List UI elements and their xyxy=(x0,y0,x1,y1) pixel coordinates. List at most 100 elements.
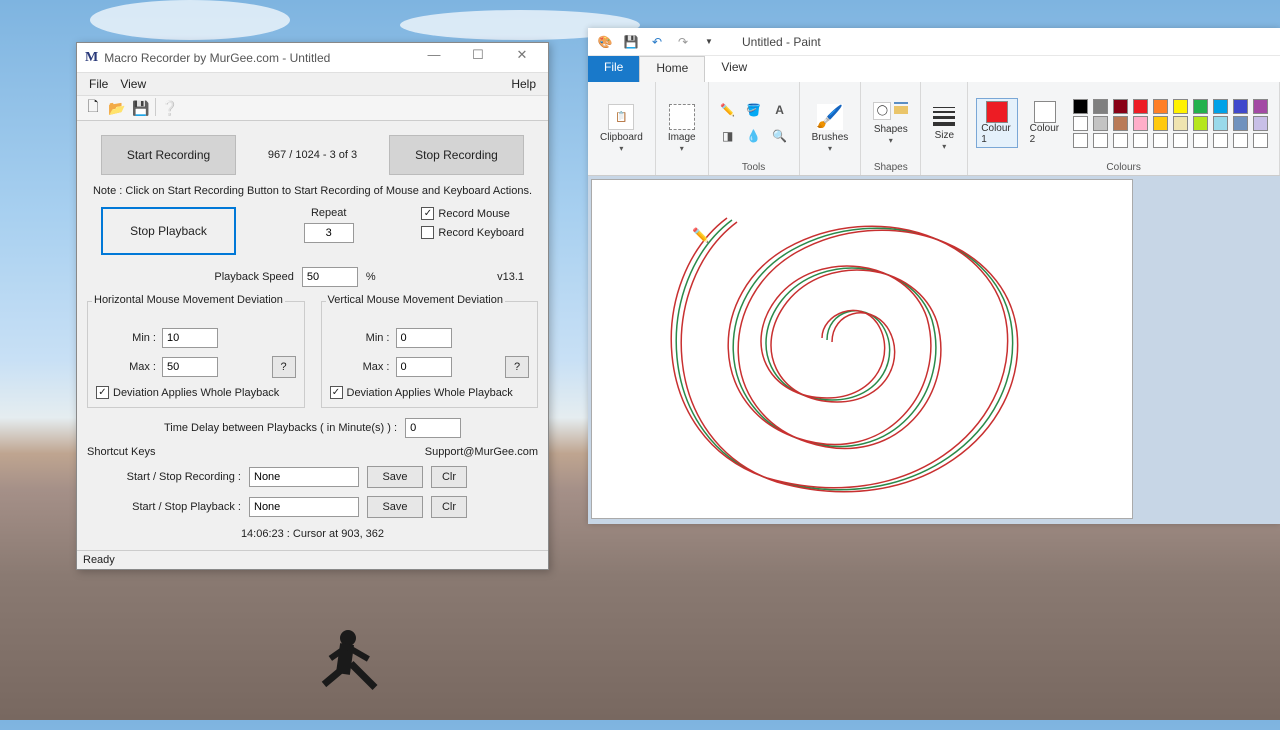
tab-file[interactable]: File xyxy=(588,56,639,82)
record-mouse-checkbox[interactable]: ✓Record Mouse xyxy=(421,207,524,220)
palette-swatch[interactable] xyxy=(1173,99,1188,114)
playback-speed-label: Playback Speed xyxy=(214,271,294,283)
tab-view[interactable]: View xyxy=(705,56,763,82)
image-select-button[interactable]: Image▾ xyxy=(664,102,700,155)
brushes-button[interactable]: 🖌️Brushes▾ xyxy=(808,102,853,155)
paint-canvas[interactable]: ✏️ xyxy=(592,180,1132,518)
tab-home[interactable]: Home xyxy=(639,56,705,82)
qat-undo-icon[interactable]: ↶ xyxy=(648,33,666,51)
hdev-max-input[interactable] xyxy=(162,357,218,377)
sk-recording-save-button[interactable]: Save xyxy=(367,466,423,488)
palette-swatch[interactable] xyxy=(1113,133,1128,148)
palette-swatch[interactable] xyxy=(1133,99,1148,114)
save-icon[interactable]: 💾 xyxy=(131,98,151,118)
palette-swatch[interactable] xyxy=(1233,99,1248,114)
palette-swatch[interactable] xyxy=(1193,133,1208,148)
shapes-button[interactable]: ◯ Shapes▾ xyxy=(869,100,912,147)
palette-swatch[interactable] xyxy=(1113,116,1128,131)
picker-tool[interactable]: 💧 xyxy=(743,125,765,147)
colour2-button[interactable]: Colour 2 xyxy=(1026,99,1065,147)
vdev-max-input[interactable] xyxy=(396,357,452,377)
palette-row-3 xyxy=(1073,133,1271,148)
palette-swatch[interactable] xyxy=(1173,133,1188,148)
palette-row-2 xyxy=(1073,116,1271,131)
qat-redo-icon[interactable]: ↷ xyxy=(674,33,692,51)
eraser-tool[interactable]: ◨ xyxy=(717,125,739,147)
stop-recording-button[interactable]: Stop Recording xyxy=(389,135,524,175)
open-icon[interactable]: 📂 xyxy=(107,98,127,118)
palette-swatch[interactable] xyxy=(1193,99,1208,114)
palette-swatch[interactable] xyxy=(1253,99,1268,114)
palette-swatch[interactable] xyxy=(1073,133,1088,148)
vdev-whole-checkbox[interactable]: ✓Deviation Applies Whole Playback xyxy=(330,386,530,399)
palette-row-1 xyxy=(1073,99,1271,114)
hdev-min-input[interactable] xyxy=(162,328,218,348)
sk-playback-input[interactable] xyxy=(249,497,359,517)
palette-swatch[interactable] xyxy=(1213,133,1228,148)
paint-window: 🎨 💾 ↶ ↷ ▼ Untitled - Paint File Home Vie… xyxy=(588,28,1280,524)
maximize-button[interactable]: ☐ xyxy=(456,47,500,69)
vdev-help-button[interactable]: ? xyxy=(505,356,529,378)
colour1-button[interactable]: Colour 1 xyxy=(976,98,1017,148)
palette-swatch[interactable] xyxy=(1153,99,1168,114)
qat-customize-icon[interactable]: ▼ xyxy=(700,33,718,51)
record-keyboard-checkbox[interactable]: Record Keyboard xyxy=(421,226,524,239)
quick-access-toolbar: 🎨 💾 ↶ ↷ ▼ xyxy=(596,33,718,51)
start-recording-button[interactable]: Start Recording xyxy=(101,135,236,175)
palette-swatch[interactable] xyxy=(1153,116,1168,131)
cursor-status: 14:06:23 : Cursor at 903, 362 xyxy=(87,528,538,540)
paint-titlebar[interactable]: 🎨 💾 ↶ ↷ ▼ Untitled - Paint xyxy=(588,28,1280,56)
canvas-area: ✏️ xyxy=(588,176,1280,524)
palette-swatch[interactable] xyxy=(1253,133,1268,148)
palette-swatch[interactable] xyxy=(1073,116,1088,131)
new-icon[interactable]: 🗋 xyxy=(83,98,103,118)
brush-icon: 🖌️ xyxy=(817,104,843,130)
fill-tool[interactable]: 🪣 xyxy=(743,99,765,121)
menu-file[interactable]: File xyxy=(83,75,114,93)
menu-view[interactable]: View xyxy=(114,75,152,93)
time-delay-input[interactable] xyxy=(405,418,461,438)
sk-playback-clr-button[interactable]: Clr xyxy=(431,496,467,518)
magnifier-tool[interactable]: 🔍 xyxy=(769,125,791,147)
palette-swatch[interactable] xyxy=(1093,116,1108,131)
palette-swatch[interactable] xyxy=(1213,99,1228,114)
sk-playback-save-button[interactable]: Save xyxy=(367,496,423,518)
palette-swatch[interactable] xyxy=(1153,133,1168,148)
sk-recording-input[interactable] xyxy=(249,467,359,487)
palette-swatch[interactable] xyxy=(1253,116,1268,131)
qat-save-icon[interactable]: 💾 xyxy=(622,33,640,51)
vdev-min-input[interactable] xyxy=(396,328,452,348)
titlebar[interactable]: M Macro Recorder by MurGee.com - Untitle… xyxy=(77,43,548,73)
colours-group-label: Colours xyxy=(1106,160,1140,173)
palette-swatch[interactable] xyxy=(1233,116,1248,131)
size-button[interactable]: Size▾ xyxy=(929,105,959,153)
hdev-whole-checkbox[interactable]: ✓Deviation Applies Whole Playback xyxy=(96,386,296,399)
sk-recording-clr-button[interactable]: Clr xyxy=(431,466,467,488)
clipboard-button[interactable]: 📋Clipboard▾ xyxy=(596,102,647,155)
close-button[interactable]: ✕ xyxy=(500,47,544,69)
palette-swatch[interactable] xyxy=(1193,116,1208,131)
stop-playback-button[interactable]: Stop Playback xyxy=(101,207,236,255)
palette-swatch[interactable] xyxy=(1133,133,1148,148)
palette-swatch[interactable] xyxy=(1093,133,1108,148)
help-icon[interactable]: ❔ xyxy=(160,98,180,118)
palette-swatch[interactable] xyxy=(1113,99,1128,114)
repeat-label: Repeat xyxy=(244,207,413,219)
playback-speed-input[interactable] xyxy=(302,267,358,287)
palette-swatch[interactable] xyxy=(1133,116,1148,131)
fill-icon xyxy=(894,106,908,114)
minimize-button[interactable]: — xyxy=(412,47,456,69)
status-bar: Ready xyxy=(77,550,548,569)
repeat-input[interactable] xyxy=(304,223,354,243)
hdev-help-button[interactable]: ? xyxy=(272,356,296,378)
menu-help[interactable]: Help xyxy=(505,75,542,93)
palette-swatch[interactable] xyxy=(1233,133,1248,148)
time-delay-label: Time Delay between Playbacks ( in Minute… xyxy=(164,422,397,434)
support-link[interactable]: Support@MurGee.com xyxy=(425,446,538,458)
palette-swatch[interactable] xyxy=(1173,116,1188,131)
pencil-tool[interactable]: ✏️ xyxy=(717,99,739,121)
palette-swatch[interactable] xyxy=(1093,99,1108,114)
text-tool[interactable]: A xyxy=(769,99,791,121)
palette-swatch[interactable] xyxy=(1073,99,1088,114)
palette-swatch[interactable] xyxy=(1213,116,1228,131)
